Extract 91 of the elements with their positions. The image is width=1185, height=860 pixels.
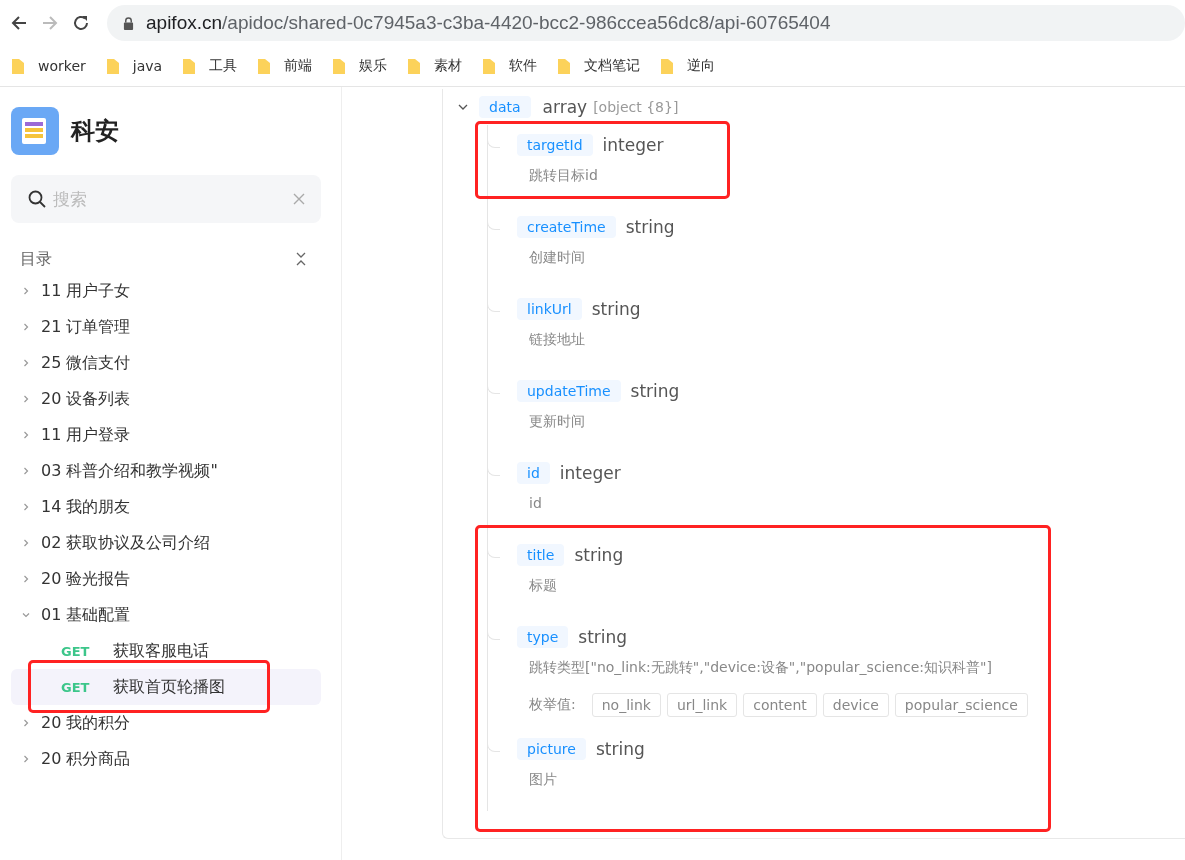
enum-label: 枚举值: — [529, 696, 576, 714]
field-name: updateTime — [517, 380, 621, 402]
field-name: id — [517, 462, 550, 484]
field-name: data — [479, 96, 531, 118]
collapse-all-icon[interactable] — [295, 252, 307, 266]
folder-item[interactable]: 11 用户登录 — [11, 417, 321, 453]
folder-icon — [181, 57, 198, 75]
http-method: GET — [61, 679, 91, 695]
folder-item[interactable]: 21 订单管理 — [11, 309, 321, 345]
field-name: title — [517, 544, 565, 566]
folder-icon — [556, 57, 573, 75]
api-item[interactable]: GET 获取客服电话 — [11, 633, 321, 669]
bookmark-item[interactable]: 文档笔记 — [556, 57, 641, 75]
folder-label: 01 基础配置 — [41, 604, 131, 626]
field-type: string — [574, 545, 624, 565]
enum-value: content — [743, 693, 817, 717]
field-description: id — [529, 495, 543, 513]
field-type: string — [595, 739, 645, 759]
enum-value: no_link — [591, 693, 661, 717]
api-label: 获取客服电话 — [113, 640, 209, 662]
field-description: 链接地址 — [529, 331, 586, 349]
field-name: targetId — [517, 134, 593, 156]
folder-icon — [481, 57, 498, 75]
field-description: 图片 — [529, 771, 558, 789]
field-name: picture — [517, 738, 586, 760]
folder-item[interactable]: 11 用户子女 — [11, 273, 321, 309]
folder-item[interactable]: 03 科普介绍和教学视频" — [11, 453, 321, 489]
folder-label: 02 获取协议及公司介绍 — [41, 532, 211, 554]
api-label: 获取首页轮播图 — [113, 676, 225, 698]
bookmark-item[interactable]: 软件 — [481, 57, 538, 75]
field-name: createTime — [517, 216, 616, 238]
catalog-heading: 目录 — [20, 248, 52, 270]
folder-item[interactable]: 20 积分商品 — [11, 741, 321, 777]
field-type: string — [630, 381, 680, 401]
search-icon — [27, 189, 47, 209]
bookmark-item[interactable]: worker — [10, 57, 86, 75]
folder-item[interactable]: 02 获取协议及公司介绍 — [11, 525, 321, 561]
lock-icon — [123, 16, 134, 30]
field-type: string — [591, 299, 641, 319]
field-description: 更新时间 — [529, 413, 586, 431]
api-item[interactable]: GET 获取首页轮播图 — [11, 669, 321, 705]
folder-icon — [659, 57, 676, 75]
folder-icon — [331, 57, 348, 75]
type-detail: [object {8}] — [593, 99, 679, 115]
folder-item[interactable]: 20 验光报告 — [11, 561, 321, 597]
field-description: 跳转类型["no_link:无跳转","device:设备","popular_science:知识科普"] — [529, 659, 993, 677]
field-description: 标题 — [529, 577, 558, 595]
search-field[interactable]: 搜索 — [11, 175, 321, 223]
folder-label: 20 设备列表 — [41, 388, 131, 410]
bookmark-item[interactable]: 素材 — [406, 57, 463, 75]
enum-value: device — [822, 693, 889, 717]
search-input[interactable]: 搜索 — [51, 188, 289, 210]
enum-value: popular_science — [894, 693, 1028, 717]
folder-icon — [406, 57, 423, 75]
folder-icon — [256, 57, 273, 75]
bookmark-item[interactable]: 娱乐 — [331, 57, 388, 75]
bookmark-item[interactable]: 工具 — [181, 57, 238, 75]
folder-item[interactable]: 01 基础配置 — [11, 597, 321, 633]
bookmark-item[interactable]: java — [104, 57, 163, 75]
folder-label: 21 订单管理 — [41, 316, 131, 338]
folder-icon — [10, 57, 26, 75]
folder-label: 20 积分商品 — [41, 748, 131, 770]
folder-label: 20 验光报告 — [41, 568, 131, 590]
folder-label: 20 我的积分 — [41, 712, 131, 734]
field-type: string — [578, 627, 628, 647]
enum-value: url_link — [666, 693, 738, 717]
book-logo-icon — [11, 107, 59, 155]
folder-icon — [104, 57, 121, 75]
reload-icon[interactable] — [71, 13, 91, 33]
folder-item[interactable]: 14 我的朋友 — [11, 489, 321, 525]
bookmark-item[interactable]: 逆向 — [659, 57, 716, 75]
field-type: string — [625, 217, 675, 237]
folder-item[interactable]: 25 微信支付 — [11, 345, 321, 381]
field-type: integer — [602, 135, 664, 155]
field-type: integer — [559, 463, 621, 483]
folder-label: 11 用户登录 — [41, 424, 131, 446]
folder-label: 03 科普介绍和教学视频" — [41, 460, 218, 482]
folder-item[interactable]: 20 我的积分 — [11, 705, 321, 741]
field-description: 创建时间 — [529, 249, 586, 267]
http-method: GET — [61, 643, 91, 659]
field-description: 跳转目标id — [529, 167, 599, 185]
field-type: array — [542, 97, 588, 117]
folder-label: 11 用户子女 — [41, 280, 131, 302]
address-bar[interactable]: apifox.cn/apidoc/shared-0c7945a3-c3ba-4420-bcc2-986ccea56dc8/api-60765404 — [107, 5, 1185, 41]
folder-label: 25 微信支付 — [41, 352, 131, 374]
project-title: 科安 — [71, 116, 119, 147]
folder-item[interactable]: 20 设备列表 — [11, 381, 321, 417]
bookmark-item[interactable]: 前端 — [256, 57, 313, 75]
field-name: type — [517, 626, 569, 648]
folder-label: 14 我的朋友 — [41, 496, 131, 518]
field-name: linkUrl — [517, 298, 582, 320]
